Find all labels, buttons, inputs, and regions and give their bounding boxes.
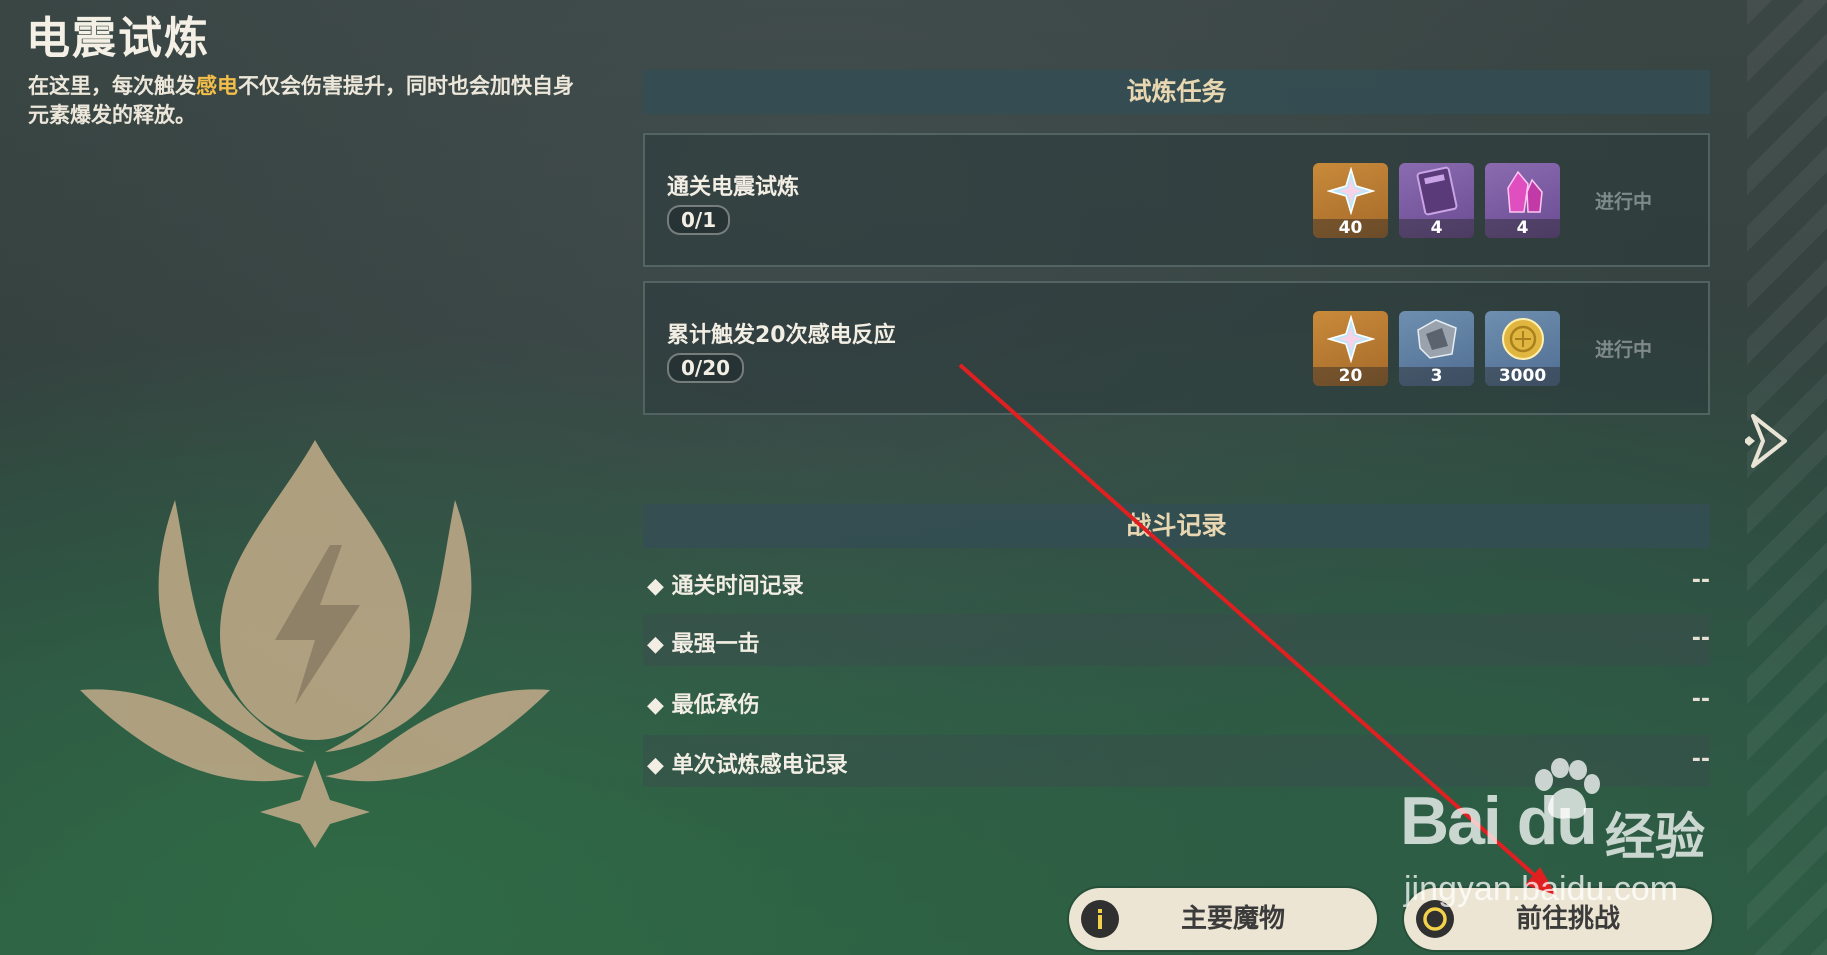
- task-card: 通关电震试炼 0/1 40 4 4 进行中: [643, 133, 1710, 267]
- reward-list: 20 3 3000: [1313, 311, 1560, 386]
- record-label: ◆ 最强一击: [647, 632, 760, 657]
- task-progress-badge: 0/20: [667, 353, 745, 383]
- heros-wit-book-icon: [1399, 163, 1474, 219]
- watermark-url: jingyan.baidu.com: [1404, 870, 1679, 908]
- main-monsters-label: 主要魔物: [1180, 904, 1285, 934]
- primogem-icon: [1313, 163, 1388, 219]
- task-progress-badge: 0/1: [667, 205, 731, 235]
- task-name: 通关电震试炼: [667, 175, 800, 200]
- reward-count: 3000: [1485, 367, 1560, 386]
- page-description: 在这里，每次触发感电不仅会伤害提升，同时也会加快自身元素爆发的释放。: [28, 72, 588, 130]
- reward-item[interactable]: 4: [1485, 163, 1560, 238]
- task-status: 进行中: [1595, 191, 1653, 213]
- mystic-crystal-icon: [1485, 163, 1560, 219]
- tasks-header: 试炼任务: [643, 70, 1710, 114]
- baidu-jingyan-watermark: Bai du 经验 jingyan.baidu.com: [1400, 752, 1730, 927]
- reward-item[interactable]: 3000: [1485, 311, 1560, 386]
- electro-charged-highlight: 感电: [196, 74, 238, 98]
- reward-list: 40 4 4: [1313, 163, 1560, 238]
- task-card: 累计触发20次感电反应 0/20 20 3 3000 进行中: [643, 281, 1710, 415]
- records-header: 战斗记录: [643, 504, 1710, 548]
- task-status: 进行中: [1595, 339, 1653, 361]
- task-name: 累计触发20次感电反应: [667, 323, 896, 348]
- record-row: ◆ 最强一击 --: [643, 614, 1710, 666]
- record-value: --: [1691, 568, 1710, 593]
- page-title: 电震试炼: [26, 13, 210, 64]
- reward-item[interactable]: 20: [1313, 311, 1388, 386]
- enhancement-ore-icon: [1399, 311, 1474, 367]
- watermark-brand: Bai du: [1400, 783, 1598, 859]
- watermark-cn: 经验: [1605, 808, 1705, 866]
- mora-icon: [1485, 311, 1560, 367]
- next-page-arrow-icon[interactable]: [1745, 412, 1789, 470]
- record-value: --: [1691, 626, 1710, 651]
- record-row: ◆ 最低承伤 --: [643, 675, 1710, 727]
- reward-item[interactable]: 4: [1399, 163, 1474, 238]
- main-monsters-button[interactable]: 主要魔物: [1069, 888, 1377, 950]
- record-value: --: [1691, 687, 1710, 712]
- description-part1: 在这里，每次触发: [28, 74, 196, 98]
- reward-item[interactable]: 40: [1313, 163, 1388, 238]
- record-label: ◆ 单次试炼感电记录: [647, 753, 848, 778]
- record-row: ◆ 通关时间记录 --: [643, 556, 1710, 608]
- reward-count: 40: [1313, 219, 1388, 238]
- reward-count: 3: [1399, 367, 1474, 386]
- primogem-icon: [1313, 311, 1388, 367]
- reward-count: 4: [1485, 219, 1560, 238]
- reward-count: 4: [1399, 219, 1474, 238]
- electro-emblem-icon: [80, 440, 550, 848]
- record-label: ◆ 通关时间记录: [647, 574, 804, 599]
- reward-item[interactable]: 3: [1399, 311, 1474, 386]
- reward-count: 20: [1313, 367, 1388, 386]
- record-label: ◆ 最低承伤: [647, 693, 760, 718]
- right-border-decoration: [1747, 0, 1827, 955]
